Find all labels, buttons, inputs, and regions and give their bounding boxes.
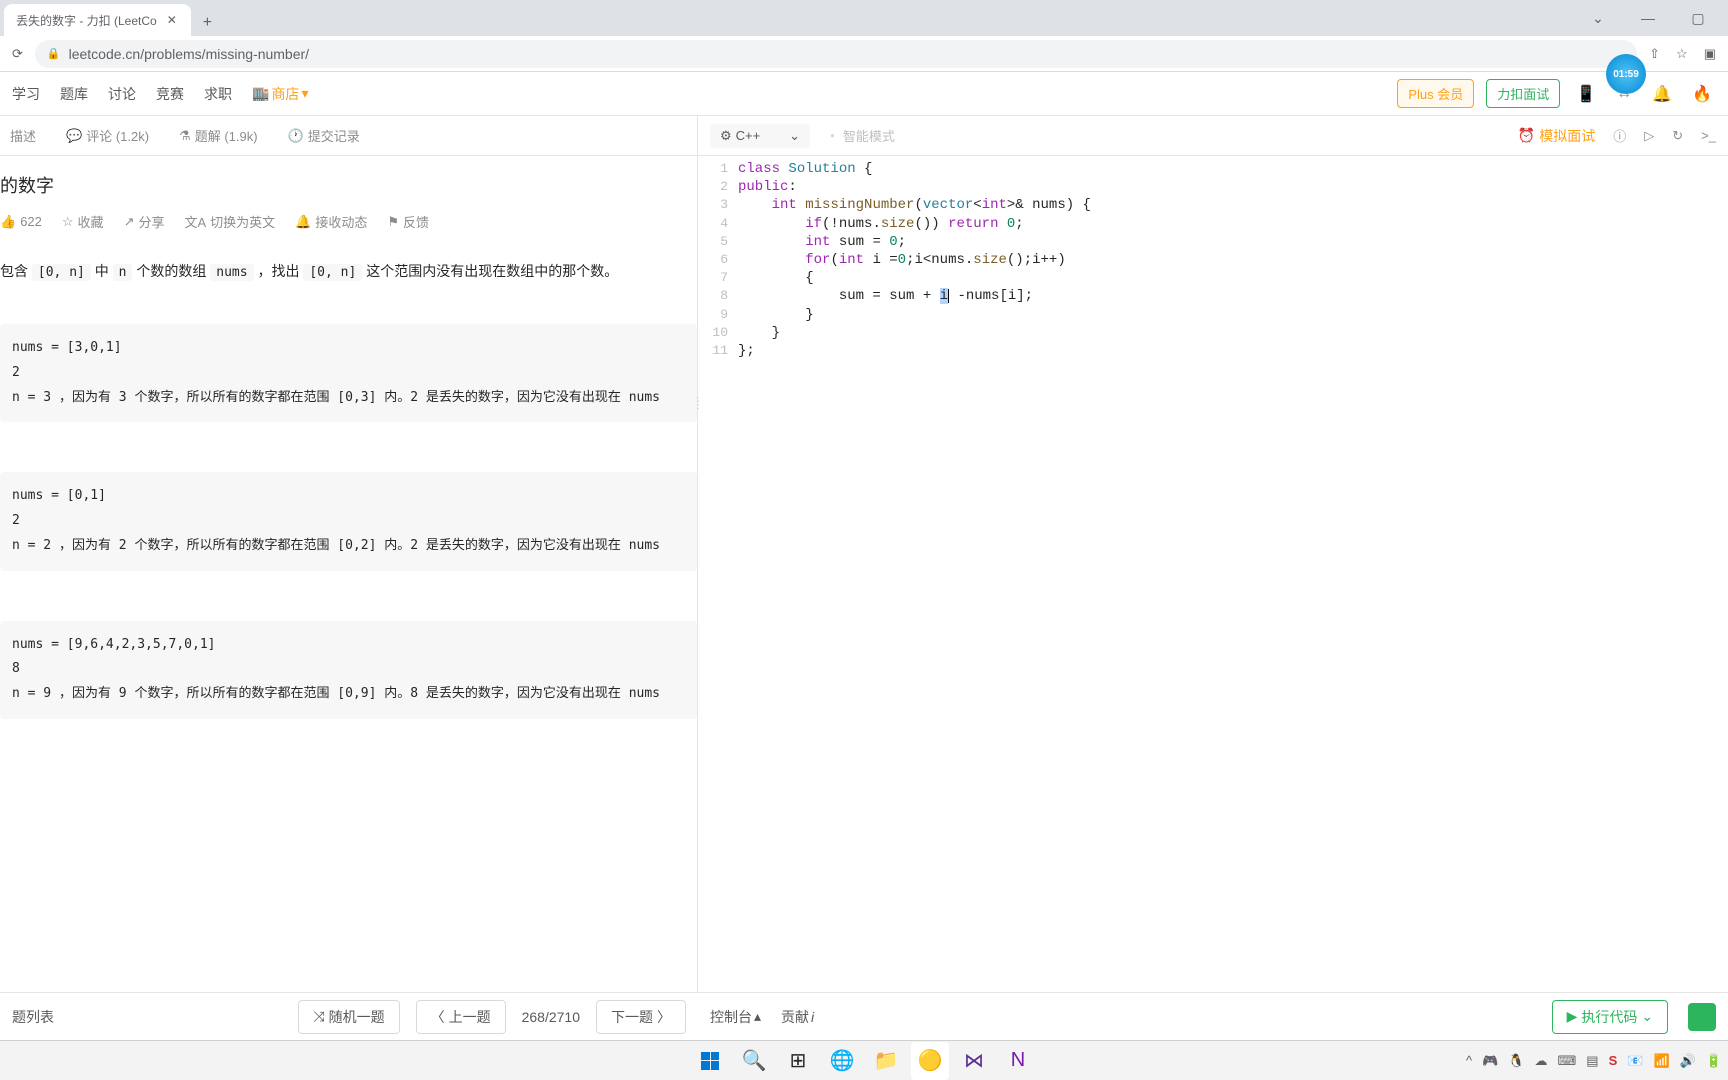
nav-problems[interactable]: 题库 — [60, 84, 88, 104]
problem-panel: 描述 💬 评论 (1.2k) ⚗ 题解 (1.9k) 🕐 提交记录 的数字 👍 … — [0, 116, 698, 992]
random-button[interactable]: ⤨ 随机一题 — [298, 1000, 399, 1034]
fire-icon[interactable]: 🔥 — [1688, 84, 1716, 104]
search-icon[interactable]: 🔍 — [735, 1042, 773, 1080]
terminal-icon[interactable]: >_ — [1701, 128, 1716, 143]
like-button[interactable]: 👍 622 — [0, 214, 42, 230]
submit-button[interactable] — [1688, 1003, 1716, 1031]
run-icon[interactable]: ▷ — [1644, 128, 1654, 144]
mock-interview-button[interactable]: ⏰ 模拟面试 — [1518, 126, 1595, 146]
problem-description: 包含 [0, n] 中 n 个数的数组 nums ，找出 [0, n] 这个范围… — [0, 259, 697, 284]
tab-title: 丢失的数字 - 力扣 (LeetCo — [16, 12, 157, 29]
url-text: leetcode.cn/problems/missing-number/ — [69, 46, 309, 62]
windows-taskbar: 🔍 ⊞ 🌐 📁 🟡 ⋈ N ^ 🎮🐧☁⌨▤ S 📧📶🔊🔋 — [0, 1040, 1728, 1080]
editor-footer: 控制台 ▴ 贡献 i ▶ 执行代码 ⌄ — [698, 992, 1728, 1040]
start-button[interactable] — [691, 1042, 729, 1080]
nav-discuss[interactable]: 讨论 — [108, 84, 136, 104]
address-bar: ⟳ 🔒 leetcode.cn/problems/missing-number/… — [0, 36, 1728, 72]
line-gutter: 1 2 3 4 5 6 7 8 9 10 11 — [698, 160, 738, 992]
interview-button[interactable]: 力扣面试 — [1486, 79, 1560, 108]
editor-panel: ⚙C++ ⌄ 智能模式 ⏰ 模拟面试 ⓘ ▷ ↻ >_ 1 2 3 4 5 6 … — [698, 116, 1728, 992]
new-tab-button[interactable]: + — [195, 10, 220, 36]
smart-mode-toggle[interactable]: 智能模式 — [830, 126, 895, 145]
console-button[interactable]: 控制台 ▴ — [710, 1007, 761, 1027]
tab-comments[interactable]: 💬 评论 (1.2k) — [66, 126, 149, 145]
url-input[interactable]: 🔒 leetcode.cn/problems/missing-number/ — [35, 40, 1637, 68]
language-select[interactable]: ⚙C++ ⌄ — [710, 124, 810, 148]
tab-solutions[interactable]: ⚗ 题解 (1.9k) — [179, 126, 258, 145]
store-icon: 🏬 — [252, 85, 269, 102]
lock-icon: 🔒 — [47, 47, 61, 60]
browser-tab-strip: 丢失的数字 - 力扣 (LeetCo ✕ + ⌄ — ▢ — [0, 0, 1728, 36]
contribute-button[interactable]: 贡献 i — [781, 1007, 814, 1027]
tab-submissions[interactable]: 🕐 提交记录 — [288, 126, 360, 145]
problem-list-button[interactable]: 题列表 — [12, 1007, 54, 1027]
nav-store[interactable]: 🏬 商店 ▾ — [252, 84, 308, 104]
nav-contest[interactable]: 竞赛 — [156, 84, 184, 104]
problem-title: 的数字 — [0, 172, 697, 198]
chevron-down-icon[interactable]: ⌄ — [1578, 0, 1618, 36]
problem-tabs: 描述 💬 评论 (1.2k) ⚗ 题解 (1.9k) 🕐 提交记录 — [0, 116, 697, 156]
plus-button[interactable]: Plus 会员 — [1397, 79, 1474, 108]
system-tray[interactable]: ^ 🎮🐧☁⌨▤ S 📧📶🔊🔋 — [1464, 1053, 1728, 1069]
edge-icon[interactable]: 🌐 — [823, 1042, 861, 1080]
timer-badge[interactable]: 01:59 — [1606, 54, 1646, 94]
example-2: nums = [0,1] 2 n = 2 ，因为有 2 个数字，所以所有的数字都… — [0, 472, 697, 570]
run-code-button[interactable]: ▶ 执行代码 ⌄ — [1552, 1000, 1669, 1034]
example-3: nums = [9,6,4,2,3,5,7,0,1] 8 n = 9 ，因为有 … — [0, 621, 697, 719]
share-button[interactable]: ↗ 分享 — [124, 212, 165, 231]
next-button[interactable]: 下一题 〉 — [596, 1000, 686, 1034]
close-icon[interactable]: ✕ — [165, 11, 179, 29]
chevron-down-icon: ⌄ — [789, 128, 800, 144]
browser-tab[interactable]: 丢失的数字 - 力扣 (LeetCo ✕ — [4, 4, 191, 36]
info-icon[interactable]: ⓘ — [1613, 126, 1626, 145]
nav-study[interactable]: 学习 — [12, 84, 40, 104]
caret-icon: ▾ — [301, 85, 308, 102]
onenote-icon[interactable]: N — [999, 1042, 1037, 1080]
nav-jobs[interactable]: 求职 — [204, 84, 232, 104]
minimize-icon[interactable]: — — [1628, 0, 1668, 36]
translate-button[interactable]: 文A 切换为英文 — [184, 212, 275, 231]
example-1: nums = [3,0,1] 2 n = 3 ，因为有 3 个数字，所以所有的数… — [0, 324, 697, 422]
task-view-icon[interactable]: ⊞ — [779, 1042, 817, 1080]
sidebar-icon[interactable]: ▣ — [1700, 42, 1720, 66]
reset-icon[interactable]: ↻ — [1672, 128, 1683, 144]
maximize-icon[interactable]: ▢ — [1678, 0, 1718, 36]
problem-content: 的数字 👍 622 ☆ 收藏 ↗ 分享 文A 切换为英文 🔔 接收动态 ⚑ 反馈… — [0, 156, 697, 992]
action-row: 👍 622 ☆ 收藏 ↗ 分享 文A 切换为英文 🔔 接收动态 ⚑ 反馈 — [0, 212, 697, 231]
explorer-icon[interactable]: 📁 — [867, 1042, 905, 1080]
editor-toolbar: ⚙C++ ⌄ 智能模式 ⏰ 模拟面试 ⓘ ▷ ↻ >_ — [698, 116, 1728, 156]
resize-handle[interactable]: ⋮⋮ — [693, 400, 703, 408]
phone-icon[interactable]: 📱 — [1572, 84, 1600, 104]
window-controls: ⌄ — ▢ — [1568, 0, 1728, 36]
tray-chevron-icon[interactable]: ^ — [1464, 1053, 1474, 1068]
share-icon[interactable]: ⇧ — [1645, 42, 1664, 66]
chrome-icon[interactable]: 🟡 — [911, 1042, 949, 1080]
vs-icon[interactable]: ⋈ — [955, 1042, 993, 1080]
code-editor[interactable]: 1 2 3 4 5 6 7 8 9 10 11 class Solution {… — [698, 156, 1728, 992]
reload-icon[interactable]: ⟳ — [8, 42, 27, 66]
problem-footer: 题列表 ⤨ 随机一题 〈 上一题 268/2710 下一题 〉 — [0, 992, 698, 1040]
bell-icon[interactable]: 🔔 — [1648, 84, 1676, 104]
star-icon[interactable]: ☆ — [1672, 42, 1692, 66]
code-area[interactable]: class Solution { public: int missingNumb… — [738, 160, 1728, 992]
feedback-button[interactable]: ⚑ 反馈 — [387, 212, 429, 231]
position-label: 268/2710 — [522, 1009, 580, 1025]
prev-button[interactable]: 〈 上一题 — [416, 1000, 506, 1034]
gear-icon: ⚙ — [720, 128, 732, 144]
collect-button[interactable]: ☆ 收藏 — [62, 212, 104, 231]
site-nav: 学习 题库 讨论 竞赛 求职 🏬 商店 ▾ Plus 会员 力扣面试 📱 ↔ 🔔… — [0, 72, 1728, 116]
notify-button[interactable]: 🔔 接收动态 — [295, 212, 367, 231]
tab-description[interactable]: 描述 — [10, 126, 36, 145]
